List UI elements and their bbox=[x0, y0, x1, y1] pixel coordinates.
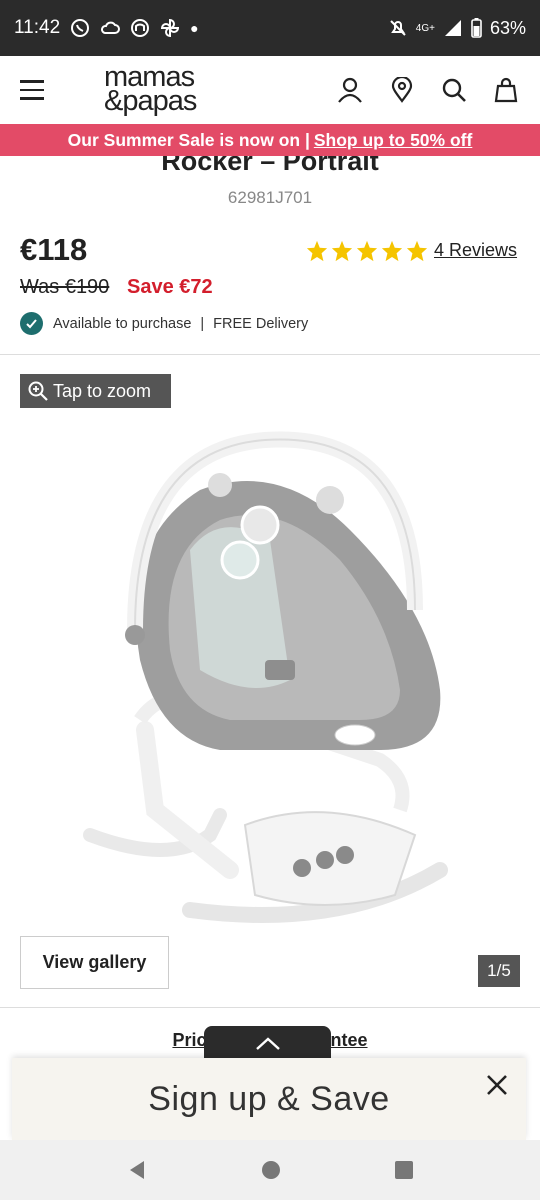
star-icon bbox=[381, 240, 403, 262]
cloud-icon bbox=[101, 21, 121, 34]
was-price: Was €190 bbox=[20, 276, 110, 298]
status-bar: 11:42 ● 4G+ 63% bbox=[0, 0, 540, 56]
logo-line2: &papas bbox=[104, 85, 197, 117]
product-image[interactable] bbox=[80, 430, 460, 940]
reviews-link[interactable]: 4 Reviews bbox=[434, 240, 517, 261]
separator: | bbox=[200, 315, 205, 332]
site-header: mamas &papas bbox=[0, 56, 540, 124]
star-icon bbox=[356, 240, 378, 262]
battery-level: 63% bbox=[489, 17, 526, 38]
star-icon bbox=[406, 240, 428, 262]
star-icon bbox=[306, 240, 328, 262]
divider bbox=[0, 354, 540, 355]
check-icon bbox=[20, 312, 43, 335]
bag-icon[interactable] bbox=[492, 76, 520, 104]
battery-icon bbox=[471, 18, 482, 38]
delivery-text: FREE Delivery bbox=[213, 315, 309, 332]
star-icon bbox=[331, 240, 353, 262]
rating-stars[interactable] bbox=[306, 240, 428, 262]
recents-icon[interactable] bbox=[394, 1160, 414, 1180]
menu-icon[interactable] bbox=[20, 76, 52, 104]
signal-icon bbox=[444, 20, 461, 36]
pinwheel-icon bbox=[161, 18, 180, 38]
whatsapp-icon bbox=[71, 19, 90, 37]
save-amount: Save €72 bbox=[127, 276, 213, 298]
product-sku: 62981J701 bbox=[227, 188, 313, 207]
promo-banner[interactable]: Our Summer Sale is now on | Shop up to 5… bbox=[0, 124, 540, 156]
expand-tab[interactable] bbox=[204, 1026, 331, 1062]
system-nav-bar bbox=[0, 1140, 540, 1200]
tap-to-zoom[interactable]: Tap to zoom bbox=[20, 374, 171, 408]
promo-text: Our Summer Sale is now on | bbox=[67, 129, 310, 150]
product-price: €118 bbox=[20, 232, 88, 267]
chevron-up-icon bbox=[255, 1037, 280, 1050]
signup-label: Sign up & Save bbox=[148, 1079, 390, 1118]
view-gallery-button[interactable]: View gallery bbox=[20, 936, 169, 989]
network-label: 4G+ bbox=[415, 22, 435, 34]
back-icon[interactable] bbox=[126, 1159, 148, 1181]
promo-link[interactable]: Shop up to 50% off bbox=[314, 130, 472, 151]
logo[interactable]: mamas &papas bbox=[104, 63, 197, 117]
account-icon[interactable] bbox=[336, 76, 364, 104]
image-counter: 1/5 bbox=[478, 955, 520, 987]
search-icon[interactable] bbox=[440, 76, 468, 104]
app-icon bbox=[131, 19, 150, 37]
availability-text: Available to purchase bbox=[53, 315, 192, 332]
signup-drawer[interactable]: Sign up & Save bbox=[12, 1058, 526, 1140]
dot-icon: ● bbox=[190, 20, 199, 36]
zoom-label: Tap to zoom bbox=[53, 380, 152, 401]
zoom-in-icon bbox=[28, 381, 48, 401]
location-icon[interactable] bbox=[388, 76, 416, 104]
divider bbox=[0, 1007, 540, 1008]
mute-icon bbox=[390, 20, 406, 36]
status-time: 11:42 bbox=[14, 17, 61, 38]
home-icon[interactable] bbox=[261, 1160, 281, 1180]
close-icon[interactable] bbox=[484, 1072, 510, 1098]
availability: Available to purchase | FREE Delivery bbox=[20, 312, 308, 335]
